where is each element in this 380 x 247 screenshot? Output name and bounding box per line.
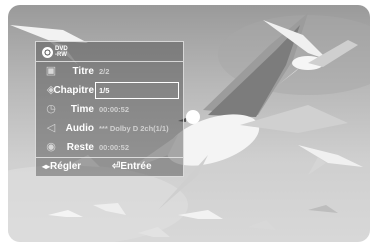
- row-audio-value: *** Dolby D 2ch(1/1): [99, 124, 169, 133]
- video-screen: DVD -RW ▣ Titre 2/2 ◈ Chapitre 1/5 ◷ Tim…: [8, 5, 370, 242]
- row-audio[interactable]: ◁ Audio *** Dolby D 2ch(1/1): [36, 119, 183, 138]
- row-title-label: Titre: [72, 66, 95, 77]
- row-time[interactable]: ◷ Time 00:00:52: [36, 100, 183, 119]
- row-chapter-label: Chapitre: [53, 85, 94, 96]
- row-audio-label: Audio: [65, 123, 94, 134]
- adjust-hint: ◂▸Régler: [42, 158, 81, 176]
- row-remaining-value: 00:00:52: [99, 143, 130, 152]
- row-time-label: Time: [70, 104, 94, 115]
- info-osd-panel: DVD -RW ▣ Titre 2/2 ◈ Chapitre 1/5 ◷ Tim…: [35, 41, 184, 177]
- row-time-value: 00:00:52: [99, 105, 130, 114]
- title-icon: ▣: [45, 65, 57, 77]
- row-chapter-value: 1/5: [99, 86, 110, 95]
- osd-footer: ◂▸Régler ⏎Entrée: [36, 157, 183, 177]
- enter-label: Entrée: [120, 161, 152, 172]
- row-title-value: 2/2: [99, 67, 110, 76]
- disc-format-line2: -RW: [55, 52, 67, 58]
- osd-header: DVD -RW: [36, 42, 183, 62]
- row-title[interactable]: ▣ Titre 2/2: [36, 62, 183, 81]
- disc-icon: [42, 46, 53, 58]
- speaker-icon: ◁: [46, 122, 56, 134]
- adjust-label: Régler: [50, 161, 82, 172]
- left-right-arrows-icon: ◂▸: [42, 162, 51, 171]
- row-remaining-label: Reste: [66, 142, 94, 153]
- dvd-rw-logo: DVD -RW: [42, 46, 76, 58]
- clock-icon: ◷: [46, 103, 56, 115]
- remaining-icon: ◉: [46, 141, 56, 153]
- row-chapter[interactable]: ◈ Chapitre 1/5: [36, 81, 183, 100]
- row-remaining[interactable]: ◉ Reste 00:00:52: [36, 138, 183, 157]
- enter-hint: ⏎Entrée: [112, 158, 152, 176]
